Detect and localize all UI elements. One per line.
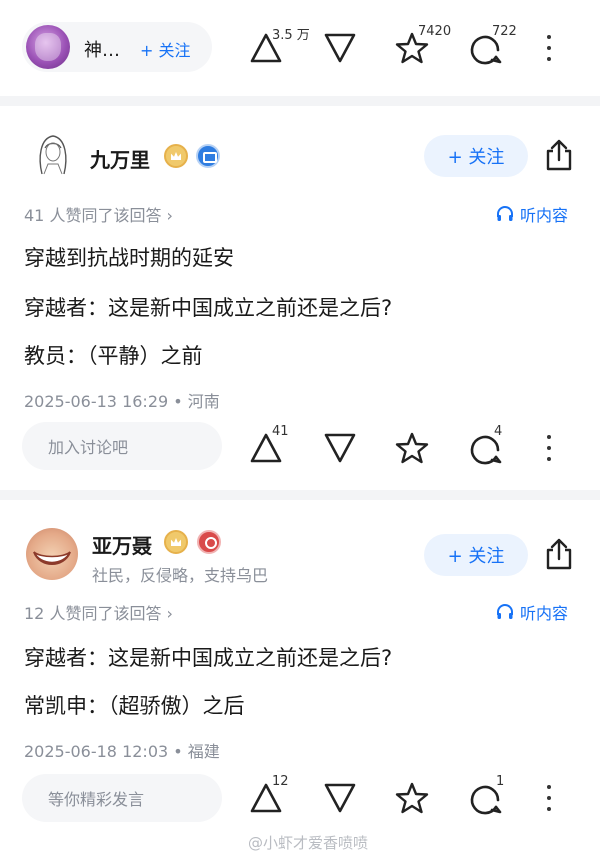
section-divider — [0, 490, 600, 500]
user-avatar[interactable] — [28, 128, 78, 178]
follow-button[interactable]: + 关注 — [424, 135, 528, 177]
comment-count: 4 — [494, 424, 503, 439]
more-icon[interactable] — [544, 35, 554, 61]
favorite-count: 7420 — [418, 24, 452, 39]
downvote-icon[interactable] — [322, 430, 358, 466]
downvote-icon[interactable] — [322, 780, 358, 816]
upvote-count: 3.5 万 — [272, 28, 310, 43]
listen-label: 听内容 — [520, 206, 569, 225]
answer-text-line: 穿越者：这是新中国成立之前还是之后? — [24, 296, 393, 320]
crown-badge-icon — [164, 144, 188, 168]
section-divider — [0, 96, 600, 106]
answer-text-line: 穿越到抗战时期的延安 — [24, 246, 234, 270]
follow-button[interactable]: + 关注 — [424, 534, 528, 576]
watermark-text: @小虾才爱香喷喷 — [248, 834, 369, 852]
listen-button[interactable]: 听内容 — [496, 600, 568, 624]
agree-count-link[interactable]: 41 人赞同了该回答 › — [24, 202, 173, 226]
comment-count: 1 — [496, 774, 505, 789]
comment-input[interactable]: 加入讨论吧 — [22, 422, 222, 470]
user-avatar[interactable] — [26, 528, 78, 580]
favorite-star-icon[interactable] — [394, 780, 430, 816]
downvote-icon[interactable] — [322, 30, 358, 66]
username[interactable]: 九万里 — [90, 144, 150, 173]
author-name[interactable]: 神… — [84, 36, 120, 62]
favorite-star-icon[interactable] — [394, 430, 430, 466]
answer-card-1: 九万里 + 关注 41 人赞同了该回答 › 听内容 穿越到抗战时期的延安 穿越者… — [0, 106, 600, 490]
headphones-icon — [497, 206, 513, 221]
post-meta: 2025-06-18 12:03 • 福建 — [24, 742, 220, 761]
headphones-icon — [497, 604, 513, 619]
username[interactable]: 亚万聂 — [92, 530, 152, 559]
comment-count: 722 — [492, 24, 517, 39]
user-tagline: 社民，反侵略，支持乌巴 — [92, 566, 269, 585]
top-action-bar: 神… + 关注 3.5 万 7420 722 — [0, 0, 600, 96]
answer-text-line: 教员：（平静）之前 — [24, 344, 203, 368]
more-icon[interactable] — [544, 435, 554, 461]
media-badge-icon — [196, 144, 220, 168]
answer-text-line: 常凯申：（超骄傲）之后 — [24, 694, 245, 718]
agree-count-link[interactable]: 12 人赞同了该回答 › — [24, 600, 173, 624]
more-icon[interactable] — [544, 785, 554, 811]
post-meta: 2025-06-13 16:29 • 河南 — [24, 392, 220, 411]
follow-button[interactable]: + 关注 — [140, 37, 191, 61]
answer-text-line: 穿越者：这是新中国成立之前还是之后? — [24, 646, 393, 670]
crown-badge-icon — [164, 530, 188, 554]
listen-button[interactable]: 听内容 — [496, 202, 568, 226]
answer-card-2: 亚万聂 社民，反侵略，支持乌巴 + 关注 12 人赞同了该回答 › 听内容 穿越… — [0, 500, 600, 830]
comment-input[interactable]: 等你精彩发言 — [22, 774, 222, 822]
weibo-watermark: @小虾才爱香喷喷 — [248, 832, 368, 853]
achievement-badge-icon — [197, 530, 221, 554]
author-avatar[interactable] — [26, 25, 70, 69]
listen-label: 听内容 — [520, 604, 569, 623]
share-icon[interactable] — [542, 537, 576, 571]
upvote-count: 12 — [272, 774, 289, 789]
share-icon[interactable] — [542, 138, 576, 172]
upvote-count: 41 — [272, 424, 289, 439]
